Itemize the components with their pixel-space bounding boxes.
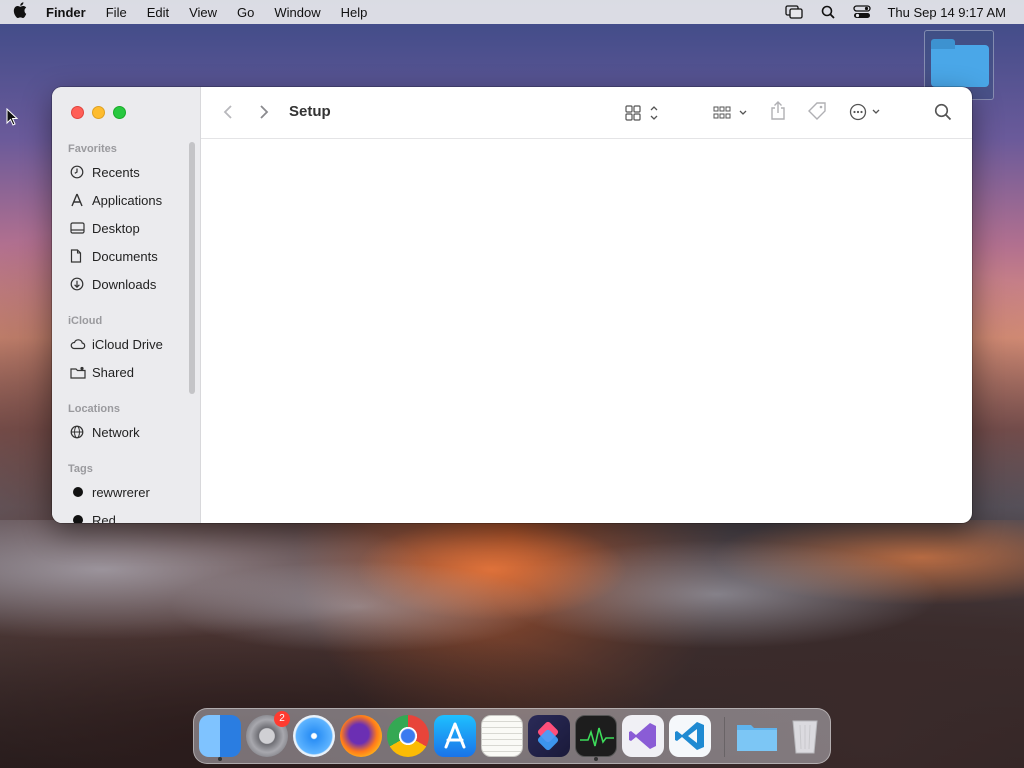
mouse-cursor-icon — [6, 107, 19, 131]
dock-folder-icon[interactable] — [735, 715, 777, 757]
tag-color-dot — [73, 487, 83, 497]
dock-textedit-icon[interactable] — [481, 715, 523, 757]
share-button[interactable] — [769, 101, 787, 121]
sidebar-item-label: Downloads — [92, 276, 157, 292]
notification-badge: 2 — [274, 711, 290, 727]
sidebar-item-label: Desktop — [92, 220, 140, 236]
dock-visual-studio-icon[interactable] — [622, 715, 664, 757]
menu-clock[interactable]: Thu Sep 14 9:17 AM — [879, 5, 1006, 20]
action-menu-button[interactable] — [849, 103, 885, 121]
section-header-icloud: iCloud — [68, 315, 103, 327]
dock-divider — [724, 717, 725, 757]
sidebar-item-label: Network — [92, 424, 140, 440]
dock-shortcuts-icon[interactable] — [528, 715, 570, 757]
sidebar-item-desktop[interactable]: Desktop — [70, 218, 140, 238]
document-icon — [70, 249, 92, 263]
download-icon — [70, 277, 92, 291]
sidebar-item-icloud-drive[interactable]: iCloud Drive — [70, 334, 163, 354]
sidebar-item-label: rewwrerer — [92, 484, 150, 500]
group-grid-icon — [713, 106, 747, 119]
sidebar-item-downloads[interactable]: Downloads — [70, 274, 156, 294]
dock-safari-icon[interactable] — [293, 715, 335, 757]
chevron-left-icon — [223, 105, 232, 119]
share-icon — [771, 101, 785, 120]
sidebar-item-network[interactable]: Network — [70, 422, 140, 442]
dock-firefox-icon[interactable] — [340, 715, 382, 757]
back-button[interactable] — [223, 104, 233, 120]
shared-folder-icon — [70, 366, 92, 379]
close-button[interactable] — [71, 106, 84, 119]
running-indicator — [594, 757, 598, 761]
section-header-tags: Tags — [68, 463, 93, 475]
group-button[interactable] — [713, 105, 751, 121]
menu-app-name[interactable]: Finder — [40, 5, 96, 20]
dock-activity-monitor-icon[interactable] — [575, 715, 617, 757]
sidebar-item-shared[interactable]: Shared — [70, 362, 134, 382]
dock-chrome-icon[interactable] — [387, 715, 429, 757]
sidebar-tag-rewwrerer[interactable]: rewwrerer — [70, 482, 150, 502]
tag-color-dot — [73, 515, 83, 523]
chevron-right-icon — [260, 105, 269, 119]
tag-icon — [808, 102, 826, 120]
search-button[interactable] — [934, 103, 952, 121]
sidebar-tag-red[interactable]: Red — [70, 510, 116, 523]
sidebar-item-label: Recents — [92, 164, 140, 180]
dock-vscode-icon[interactable] — [669, 715, 711, 757]
sidebar-item-documents[interactable]: Documents — [70, 246, 158, 266]
window-controls — [71, 106, 126, 119]
sidebar-item-label: Documents — [92, 248, 158, 264]
view-mode-button[interactable] — [625, 104, 663, 122]
menu-bar: Finder File Edit View Go Window Help Thu… — [0, 0, 1024, 24]
ellipsis-circle-icon — [849, 103, 880, 121]
applications-icon — [70, 193, 92, 207]
spotlight-search-icon[interactable] — [811, 5, 845, 19]
minimize-button[interactable] — [92, 106, 105, 119]
file-list-area[interactable] — [201, 140, 972, 523]
finder-window: Favorites Recents Applications Desktop D… — [52, 87, 972, 523]
screen-mirroring-icon[interactable] — [777, 5, 811, 19]
sidebar-item-label: iCloud Drive — [92, 336, 163, 352]
menu-help[interactable]: Help — [331, 5, 378, 20]
cloud-icon — [70, 338, 92, 350]
window-title: Setup — [289, 103, 331, 120]
dock: 2 — [193, 708, 831, 764]
tag-button[interactable] — [807, 102, 827, 122]
menu-file[interactable]: File — [96, 5, 137, 20]
sidebar-item-label: Red — [92, 512, 116, 524]
sidebar-scrollbar[interactable] — [189, 142, 195, 394]
menu-window[interactable]: Window — [264, 5, 330, 20]
sidebar-item-label: Applications — [92, 192, 163, 208]
globe-icon — [70, 425, 92, 439]
toolbar: Setup — [201, 87, 972, 139]
dock-finder-icon[interactable] — [199, 715, 241, 757]
sidebar-item-label: Shared — [92, 364, 134, 380]
forward-button[interactable] — [259, 104, 269, 120]
clock-icon — [70, 165, 92, 179]
menu-go[interactable]: Go — [227, 5, 264, 20]
section-header-locations: Locations — [68, 403, 120, 415]
apple-menu-icon[interactable] — [0, 2, 40, 22]
search-icon — [934, 103, 952, 121]
running-indicator — [218, 757, 222, 761]
icon-grid-view-icon — [625, 105, 658, 121]
desktop-icon — [70, 222, 92, 234]
dock-trash-icon[interactable] — [784, 715, 826, 757]
dock-system-settings-icon[interactable]: 2 — [246, 711, 290, 757]
menu-view[interactable]: View — [179, 5, 227, 20]
control-center-icon[interactable] — [845, 5, 879, 19]
dock-app-store-icon[interactable] — [434, 715, 476, 757]
sidebar-item-applications[interactable]: Applications — [70, 190, 162, 210]
sidebar: Favorites Recents Applications Desktop D… — [52, 87, 201, 523]
menu-edit[interactable]: Edit — [137, 5, 179, 20]
sidebar-item-recents[interactable]: Recents — [70, 162, 140, 182]
zoom-button[interactable] — [113, 106, 126, 119]
section-header-favorites: Favorites — [68, 143, 117, 155]
